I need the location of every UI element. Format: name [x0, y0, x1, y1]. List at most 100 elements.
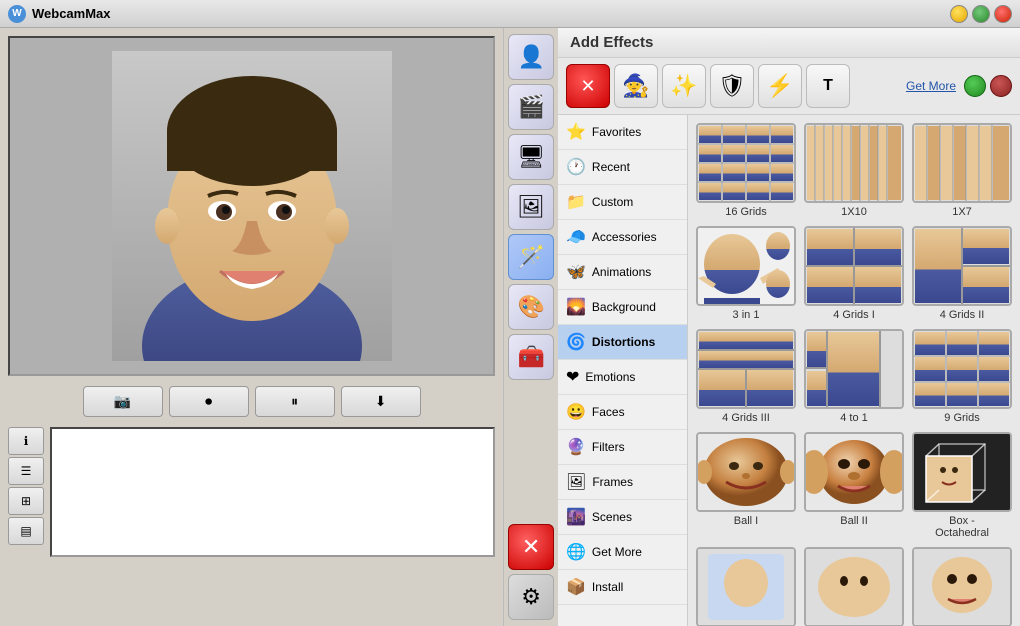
label-balli: Ball I: [734, 515, 758, 527]
scenes-label: Scenes: [592, 510, 632, 524]
favorites-icon: ⭐: [566, 122, 586, 142]
category-frames[interactable]: 🖼 Frames: [558, 465, 687, 500]
sidebar-icon-brushes[interactable]: 🎨: [508, 284, 554, 330]
film-button[interactable]: ▤: [8, 517, 44, 545]
effect-4gridsii[interactable]: 4 Grids II: [912, 226, 1012, 321]
info-button[interactable]: ℹ: [8, 427, 44, 455]
effect-thumb-box[interactable]: [912, 432, 1012, 512]
lightning-button[interactable]: ⚡: [758, 64, 802, 108]
effect-thumb-16grids[interactable]: [696, 123, 796, 203]
category-filters[interactable]: 🔮 Filters: [558, 430, 687, 465]
close-effect-button[interactable]: ✕: [566, 64, 610, 108]
magic-button[interactable]: ✨: [662, 64, 706, 108]
effect-more3[interactable]: [912, 547, 1012, 626]
animations-label: Animations: [592, 265, 651, 279]
effect-more2[interactable]: [804, 547, 904, 626]
filters-label: Filters: [592, 440, 625, 454]
download-button[interactable]: ⬇: [341, 386, 421, 417]
category-list: ⭐ Favorites 🕐 Recent 📁 Custom 🧢 Accessor…: [558, 115, 688, 626]
camera-button[interactable]: 📷: [83, 386, 163, 417]
category-install[interactable]: 📦 Install: [558, 570, 687, 605]
sidebar-icon-profile[interactable]: 👤: [508, 34, 554, 80]
info-panel: ℹ ☰ ⊞ ▤: [8, 427, 44, 557]
effect-thumb-4gridsii[interactable]: [912, 226, 1012, 306]
app-logo: W: [8, 5, 26, 23]
text-button[interactable]: T: [806, 64, 850, 108]
green-orb-icon: [964, 75, 986, 97]
label-3in1: 3 in 1: [733, 309, 760, 321]
effect-thumb-balli[interactable]: [696, 432, 796, 512]
scenes-icon: 🌆: [566, 507, 586, 527]
custom-label: Custom: [592, 195, 633, 209]
right-panel: Add Effects ✕ 🧙 ✨ 🛡 ⚡ T Get More ⭐ Favor…: [558, 28, 1020, 626]
background-icon: 🌄: [566, 297, 586, 317]
category-custom[interactable]: 📁 Custom: [558, 185, 687, 220]
list-button[interactable]: ☰: [8, 457, 44, 485]
effect-1x7[interactable]: 1X7: [912, 123, 1012, 218]
effect-1x10[interactable]: 1X10: [804, 123, 904, 218]
get-more-link[interactable]: Get More: [906, 79, 956, 93]
background-label: Background: [592, 300, 656, 314]
wizard-button[interactable]: 🧙: [614, 64, 658, 108]
category-distortions[interactable]: 🌀 Distortions: [558, 325, 687, 360]
effect-3in1[interactable]: 3 in 1: [696, 226, 796, 321]
record-button[interactable]: ⏺: [169, 386, 249, 417]
category-get-more[interactable]: 🌐 Get More: [558, 535, 687, 570]
category-recent[interactable]: 🕐 Recent: [558, 150, 687, 185]
recent-icon: 🕐: [566, 157, 586, 177]
sidebar-icon-tools[interactable]: 🧰: [508, 334, 554, 380]
distortions-icon: 🌀: [566, 332, 586, 352]
effect-thumb-ballii[interactable]: [804, 432, 904, 512]
effect-thumb-1x7[interactable]: [912, 123, 1012, 203]
recent-label: Recent: [592, 160, 630, 174]
install-icon: 📦: [566, 577, 586, 597]
effect-4gridsiii[interactable]: 4 Grids III: [696, 329, 796, 424]
effect-thumb-more3[interactable]: [912, 547, 1012, 626]
effect-thumb-4to1[interactable]: [804, 329, 904, 409]
effect-thumb-9grids[interactable]: [912, 329, 1012, 409]
effect-balli[interactable]: Ball I: [696, 432, 796, 539]
effect-4gridsi[interactable]: 4 Grids I: [804, 226, 904, 321]
effect-thumb-more2[interactable]: [804, 547, 904, 626]
shield-button[interactable]: 🛡: [710, 64, 754, 108]
sidebar-icon-effects[interactable]: 🪄: [508, 234, 554, 280]
category-accessories[interactable]: 🧢 Accessories: [558, 220, 687, 255]
minimize-button[interactable]: [950, 5, 968, 23]
category-faces[interactable]: 😀 Faces: [558, 395, 687, 430]
effect-ballii[interactable]: Ball II: [804, 432, 904, 539]
sidebar-icon-preview[interactable]: 🖼: [508, 184, 554, 230]
label-4gridsii: 4 Grids II: [940, 309, 985, 321]
emotions-label: Emotions: [585, 370, 635, 384]
effect-thumb-4gridsi[interactable]: [804, 226, 904, 306]
grid-button[interactable]: ⊞: [8, 487, 44, 515]
pause-button[interactable]: ⏸: [255, 386, 335, 417]
effect-box[interactable]: Box -Octahedral: [912, 432, 1012, 539]
effect-thumb-1x10[interactable]: [804, 123, 904, 203]
text-area[interactable]: [50, 427, 495, 557]
effect-4to1[interactable]: 4 to 1: [804, 329, 904, 424]
bottom-section: ℹ ☰ ⊞ ▤: [8, 427, 495, 557]
effect-thumb-4gridsiii[interactable]: [696, 329, 796, 409]
effect-9grids[interactable]: 9 Grids: [912, 329, 1012, 424]
effects-toolbar: ✕ 🧙 ✨ 🛡 ⚡ T Get More: [558, 58, 1020, 115]
sidebar-icon-display[interactable]: 🖥: [508, 134, 554, 180]
category-animations[interactable]: 🦋 Animations: [558, 255, 687, 290]
effect-thumb-3in1[interactable]: [696, 226, 796, 306]
label-ballii: Ball II: [840, 515, 868, 527]
category-favorites[interactable]: ⭐ Favorites: [558, 115, 687, 150]
sidebar-icon-settings[interactable]: ⚙: [508, 574, 554, 620]
left-panel: 📷 ⏺ ⏸ ⬇ ℹ ☰ ⊞ ▤: [0, 28, 503, 626]
category-background[interactable]: 🌄 Background: [558, 290, 687, 325]
label-16grids: 16 Grids: [725, 206, 767, 218]
effect-16grids[interactable]: 16 Grids: [696, 123, 796, 218]
sidebar-icon-close[interactable]: ✕: [508, 524, 554, 570]
effect-thumb-more1[interactable]: [696, 547, 796, 626]
close-button[interactable]: [994, 5, 1012, 23]
sidebar-icon-video[interactable]: 🎬: [508, 84, 554, 130]
maximize-button[interactable]: [972, 5, 990, 23]
effect-more1[interactable]: [696, 547, 796, 626]
category-scenes[interactable]: 🌆 Scenes: [558, 500, 687, 535]
label-4gridsiii: 4 Grids III: [722, 412, 770, 424]
effects-grid: 16 Grids: [696, 123, 1012, 626]
category-emotions[interactable]: ❤ Emotions: [558, 360, 687, 395]
